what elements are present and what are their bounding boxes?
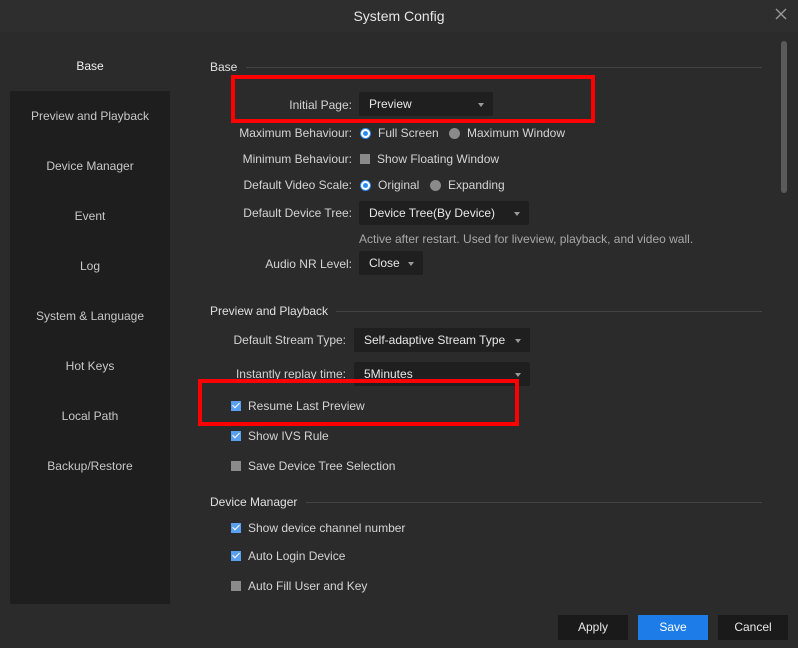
radio-expanding[interactable]: Expanding: [430, 178, 505, 192]
checkbox-auto-fill-user-and-key-label: Auto Fill User and Key: [248, 579, 368, 593]
radio-maximum-window[interactable]: Maximum Window: [449, 126, 565, 140]
sidebar-item-backup-restore[interactable]: Backup/Restore: [10, 441, 170, 491]
checkbox-auto-login-device[interactable]: Auto Login Device: [231, 549, 345, 563]
minimum-behaviour-label: Minimum Behaviour:: [242, 152, 352, 166]
checkbox-show-floating-window[interactable]: Show Floating Window: [360, 152, 499, 166]
radio-original[interactable]: Original: [360, 178, 419, 192]
sidebar-item-system-language[interactable]: System & Language: [10, 291, 170, 341]
cancel-button[interactable]: Cancel: [718, 615, 788, 640]
dialog-footer: Apply Save Cancel: [0, 604, 798, 648]
initial-page-label: Initial Page:: [289, 98, 352, 112]
chevron-down-icon: [408, 262, 414, 266]
window-title: System Config: [353, 8, 445, 24]
checkbox-resume-last-preview[interactable]: Resume Last Preview: [231, 399, 365, 413]
close-icon[interactable]: [774, 7, 788, 21]
checkbox-checked-icon: [231, 551, 241, 561]
sidebar-item-preview-and-playback[interactable]: Preview and Playback: [10, 91, 170, 141]
settings-content: Base Initial Page: Preview Maximum Behav…: [170, 41, 788, 604]
section-divider: [306, 502, 762, 503]
default-stream-type-label: Default Stream Type:: [233, 333, 347, 347]
chevron-down-icon: [478, 103, 484, 107]
radio-maximum-window-label: Maximum Window: [467, 126, 566, 140]
checkbox-auto-fill-user-and-key[interactable]: Auto Fill User and Key: [231, 579, 367, 593]
radio-original-label: Original: [378, 178, 420, 192]
default-device-tree-select[interactable]: Device Tree(By Device): [359, 201, 529, 225]
chevron-down-icon: [514, 212, 520, 216]
checkbox-unchecked-icon: [360, 154, 370, 164]
section-heading-preview-and-playback: Preview and Playback: [210, 304, 329, 318]
default-device-tree-value: Device Tree(By Device): [369, 206, 496, 220]
audio-nr-level-value: Close: [369, 256, 400, 270]
sidebar-item-log[interactable]: Log: [10, 241, 170, 291]
checkbox-unchecked-icon: [231, 461, 241, 471]
title-bar: System Config: [0, 0, 798, 32]
save-button[interactable]: Save: [638, 615, 708, 640]
scrollbar-thumb[interactable]: [781, 41, 787, 193]
instantly-replay-time-label: Instantly replay time:: [235, 367, 346, 381]
checkbox-save-device-tree-selection[interactable]: Save Device Tree Selection: [231, 459, 395, 473]
sidebar-item-base[interactable]: Base: [10, 41, 170, 91]
audio-nr-level-label: Audio NR Level:: [265, 257, 352, 271]
chevron-down-icon: [515, 373, 521, 377]
radio-full-screen-label: Full Screen: [378, 126, 439, 140]
checkbox-unchecked-icon: [231, 581, 241, 591]
radio-full-screen[interactable]: Full Screen: [360, 126, 439, 140]
apply-button[interactable]: Apply: [558, 615, 628, 640]
default-device-tree-label: Default Device Tree:: [243, 206, 352, 220]
sidebar-item-local-path[interactable]: Local Path: [10, 391, 170, 441]
initial-page-select[interactable]: Preview: [359, 92, 493, 116]
chevron-down-icon: [515, 339, 521, 343]
section-divider: [336, 311, 762, 312]
section-heading-device-manager: Device Manager: [210, 495, 298, 509]
default-stream-type-value: Self-adaptive Stream Type: [364, 333, 506, 347]
checkbox-checked-icon: [231, 523, 241, 533]
audio-nr-level-select[interactable]: Close: [359, 251, 423, 275]
sidebar-item-device-manager[interactable]: Device Manager: [10, 141, 170, 191]
checkbox-checked-icon: [231, 431, 241, 441]
radio-expanding-label: Expanding: [448, 178, 505, 192]
checkbox-show-device-channel-number[interactable]: Show device channel number: [231, 521, 405, 535]
radio-selected-icon: [360, 127, 371, 139]
checkbox-resume-last-preview-label: Resume Last Preview: [248, 399, 365, 413]
checkbox-show-device-channel-number-label: Show device channel number: [248, 521, 406, 535]
section-heading-base: Base: [210, 60, 238, 74]
vertical-scrollbar[interactable]: [780, 41, 788, 604]
checkbox-checked-icon: [231, 401, 241, 411]
checkbox-show-ivs-rule-label: Show IVS Rule: [248, 429, 329, 443]
radio-selected-icon: [360, 179, 371, 191]
maximum-behaviour-label: Maximum Behaviour:: [239, 126, 352, 140]
instantly-replay-time-select[interactable]: 5Minutes: [354, 362, 530, 386]
section-divider: [246, 67, 762, 68]
checkbox-save-device-tree-selection-label: Save Device Tree Selection: [248, 459, 396, 473]
radio-unselected-icon: [430, 179, 441, 191]
checkbox-show-floating-window-label: Show Floating Window: [377, 152, 500, 166]
checkbox-auto-login-device-label: Auto Login Device: [248, 549, 346, 563]
instantly-replay-time-value: 5Minutes: [364, 367, 413, 381]
default-stream-type-select[interactable]: Self-adaptive Stream Type: [354, 328, 530, 352]
radio-unselected-icon: [449, 127, 460, 139]
initial-page-value: Preview: [369, 97, 412, 111]
sidebar: Base Preview and Playback Device Manager…: [10, 41, 170, 604]
sidebar-item-hot-keys[interactable]: Hot Keys: [10, 341, 170, 391]
sidebar-item-event[interactable]: Event: [10, 191, 170, 241]
default-video-scale-label: Default Video Scale:: [243, 178, 352, 192]
default-device-tree-hint: Active after restart. Used for liveview,…: [359, 232, 694, 246]
checkbox-show-ivs-rule[interactable]: Show IVS Rule: [231, 429, 329, 443]
